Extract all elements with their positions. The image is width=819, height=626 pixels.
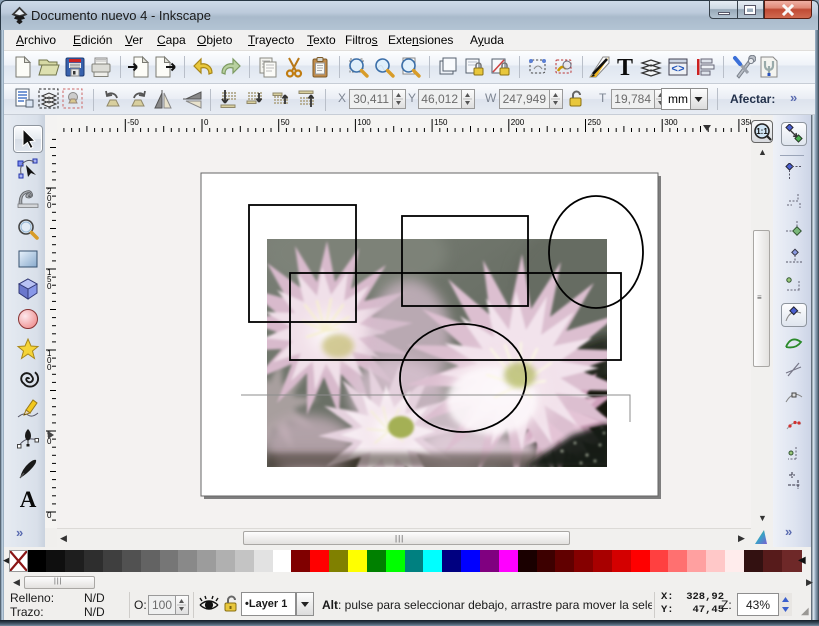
svg-text:<>: <> [671,64,685,76]
svg-text:-50: -50 [127,118,139,127]
svg-text:250: 250 [588,118,602,127]
svg-text:150: 150 [434,118,448,127]
svg-text:50: 50 [281,118,290,127]
svg-text:1:1: 1:1 [756,127,768,136]
svg-text:200: 200 [511,118,525,127]
svg-text:0: 0 [47,437,52,446]
svg-text:0: 0 [47,363,52,372]
svg-text:0: 0 [47,511,52,520]
svg-text:0: 0 [47,201,52,210]
svg-text:0: 0 [204,118,209,127]
svg-text:T: T [617,55,633,79]
svg-text:A: A [20,487,37,511]
svg-text:0: 0 [47,282,52,291]
svg-text:100: 100 [357,118,371,127]
svg-text:300: 300 [664,118,678,127]
